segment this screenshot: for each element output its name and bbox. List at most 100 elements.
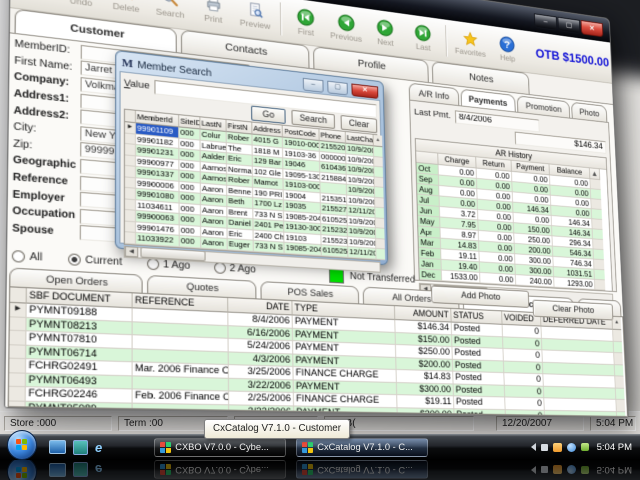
- quick-launch-app-icon[interactable]: [73, 439, 88, 455]
- last-payment-label: Last Pmt.: [413, 106, 451, 122]
- taskbar-window-button[interactable]: CXBO V7.0.0 - Cybe...: [154, 460, 287, 480]
- scrollbar-track[interactable]: [374, 176, 384, 188]
- status-time: 5:04 PM: [590, 416, 636, 431]
- last-record-button[interactable]: Last: [408, 22, 438, 53]
- scrollbar-track[interactable]: [374, 187, 384, 199]
- payments-panel: Last Pmt. 8/4/2006 $146.34 AR History Ch…: [409, 99, 617, 305]
- tray-collapse-icon[interactable]: [530, 466, 536, 474]
- scrollbar-up-icon[interactable]: ▲: [373, 134, 383, 148]
- show-desktop-icon[interactable]: [49, 440, 66, 454]
- start-button[interactable]: [7, 460, 37, 480]
- scroll-left-icon[interactable]: ◀: [124, 246, 139, 258]
- scrollbar-track[interactable]: [613, 341, 623, 354]
- task-buttons: CXBO V7.0.0 - Cybe... CxCatalog V7.1.0 -…: [154, 437, 429, 457]
- close-button[interactable]: ✕: [580, 20, 604, 38]
- print-icon: [204, 0, 222, 14]
- scrollbar-track[interactable]: [375, 228, 385, 240]
- radio-icon: [213, 261, 226, 274]
- tray-collapse-icon[interactable]: [530, 443, 536, 451]
- windows-flag-icon: [16, 439, 27, 450]
- scrollbar-track[interactable]: [616, 411, 626, 417]
- scrollbar-track[interactable]: [592, 239, 604, 251]
- delete-button[interactable]: Delete: [109, 0, 144, 15]
- quick-launch-app-icon[interactable]: [73, 462, 88, 478]
- scrollbar-up-icon[interactable]: ▲: [612, 316, 622, 331]
- taskbar-window-button[interactable]: CxCatalog V7.1.0 - C...: [296, 437, 429, 457]
- period-radio[interactable]: All: [11, 249, 42, 263]
- help-icon: ?: [499, 35, 515, 53]
- scrollbar-track[interactable]: [375, 207, 385, 219]
- tray-icon[interactable]: [552, 442, 562, 452]
- first-record-button[interactable]: First: [290, 6, 322, 38]
- dialog-minimize-button[interactable]: –: [302, 77, 324, 93]
- internet-explorer-icon[interactable]: e: [95, 463, 102, 478]
- row-marker: [124, 221, 137, 233]
- tray-icon[interactable]: [540, 443, 548, 451]
- volume-icon[interactable]: [580, 466, 589, 474]
- tray-icon[interactable]: [566, 465, 576, 475]
- tray-icon[interactable]: [552, 465, 562, 475]
- period-radio[interactable]: Current: [67, 252, 122, 268]
- tray-icon[interactable]: [566, 442, 576, 452]
- tray-icon[interactable]: [540, 466, 548, 474]
- favorites-button[interactable]: Favorites: [454, 29, 486, 59]
- scrollbar-track[interactable]: [614, 364, 624, 377]
- otb-amount: OTB $1500.00: [535, 45, 610, 69]
- taskbar-window-button[interactable]: CXBO V7.0.0 - Cybe...: [154, 437, 287, 457]
- row-marker: [8, 386, 26, 402]
- row-marker-column: [10, 287, 27, 304]
- ar-history-grid: AR History Charge Return Payment Balance…: [414, 138, 613, 292]
- maximize-button[interactable]: ▢: [557, 16, 581, 35]
- member-results-grid: MemberId SiteID LastN FirstN Address Pos…: [123, 108, 386, 261]
- scrollbar-track[interactable]: [615, 388, 625, 400]
- row-marker: [124, 210, 137, 222]
- scrollbar-track[interactable]: [593, 249, 604, 261]
- scrollbar-track[interactable]: [594, 269, 605, 281]
- taskbar-tooltip: CxCatalog V7.1.0 - Customer: [204, 419, 350, 439]
- help-button[interactable]: ? Help: [493, 34, 522, 64]
- print-button[interactable]: Print: [196, 0, 229, 26]
- scrollbar-track[interactable]: [614, 352, 623, 365]
- quick-launch: e: [49, 462, 102, 478]
- search-button[interactable]: Search: [153, 0, 187, 20]
- preview-button[interactable]: Preview: [239, 0, 272, 31]
- row-marker: [124, 187, 137, 200]
- internet-explorer-icon[interactable]: e: [95, 441, 102, 454]
- row-marker: [9, 344, 27, 360]
- scrollbar-track[interactable]: [376, 238, 385, 250]
- minimize-button[interactable]: –: [533, 13, 558, 31]
- row-marker: [9, 330, 27, 346]
- toolbar-separator: [279, 2, 282, 36]
- scrollbar-track[interactable]: [594, 279, 606, 291]
- volume-icon[interactable]: [580, 443, 589, 451]
- scrollbar-track[interactable]: [612, 329, 622, 342]
- dialog-maximize-button[interactable]: ▢: [327, 80, 348, 96]
- next-record-button[interactable]: Next: [370, 17, 401, 48]
- radio-icon: [11, 249, 25, 263]
- cxcatalog-window: – ▢ ✕ Undo Delete Search Print Preview F…: [3, 0, 629, 418]
- scrollbar-track[interactable]: [616, 399, 626, 412]
- previous-record-button[interactable]: Previous: [330, 12, 362, 43]
- show-desktop-icon[interactable]: [49, 463, 66, 477]
- app-icon: [302, 441, 314, 453]
- dialog-close-button[interactable]: ✕: [351, 82, 379, 99]
- scrollbar-track[interactable]: [593, 259, 605, 271]
- desktop: – ▢ ✕ Undo Delete Search Print Preview F…: [0, 0, 640, 480]
- scrollbar-track[interactable]: [375, 217, 385, 229]
- status-date: 12/20/2007: [496, 416, 584, 431]
- row-marker: [124, 176, 136, 189]
- scrollbar-track[interactable]: [376, 248, 386, 260]
- quick-launch: e: [49, 439, 102, 455]
- taskbar: e CXBO V7.0.0 - Cybe... CxCatalog V7.1.0…: [0, 460, 640, 480]
- ar-panel: A/R Info Payments Promotion Photo Last P…: [408, 82, 617, 305]
- value-label: Value: [123, 77, 150, 92]
- start-button[interactable]: [7, 430, 37, 460]
- ar-history-rows: Oct 0.00 0.00 0.00 0.00 Sep 0.00 0.00 0.…: [416, 162, 612, 291]
- undo-button[interactable]: Undo: [63, 0, 99, 9]
- scrollbar-track[interactable]: [615, 376, 625, 389]
- system-tray: 5:04 PM: [530, 442, 640, 453]
- taskbar-window-button[interactable]: CxCatalog V7.1.0 - C...: [296, 460, 429, 480]
- field-label: Spouse: [12, 222, 54, 238]
- scrollbar-track[interactable]: [375, 197, 384, 209]
- app-icon: [160, 441, 172, 453]
